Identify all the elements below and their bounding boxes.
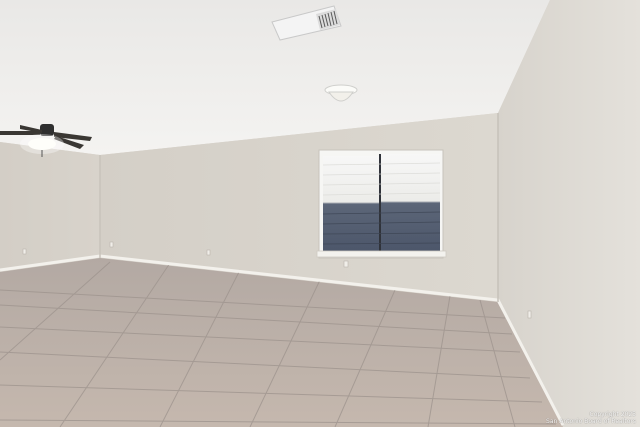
watermark-line-1: Copyright 2025 [589,411,637,418]
empty-room-photo: Copyright 2025 San Antonio Board of Real… [0,0,640,427]
room-illustration [0,0,640,427]
window [316,149,447,259]
watermark-line-2: San Antonio Board of Realtors [546,418,636,425]
copyright-watermark: Copyright 2025 San Antonio Board of Real… [546,411,636,425]
left-wall [0,142,100,272]
